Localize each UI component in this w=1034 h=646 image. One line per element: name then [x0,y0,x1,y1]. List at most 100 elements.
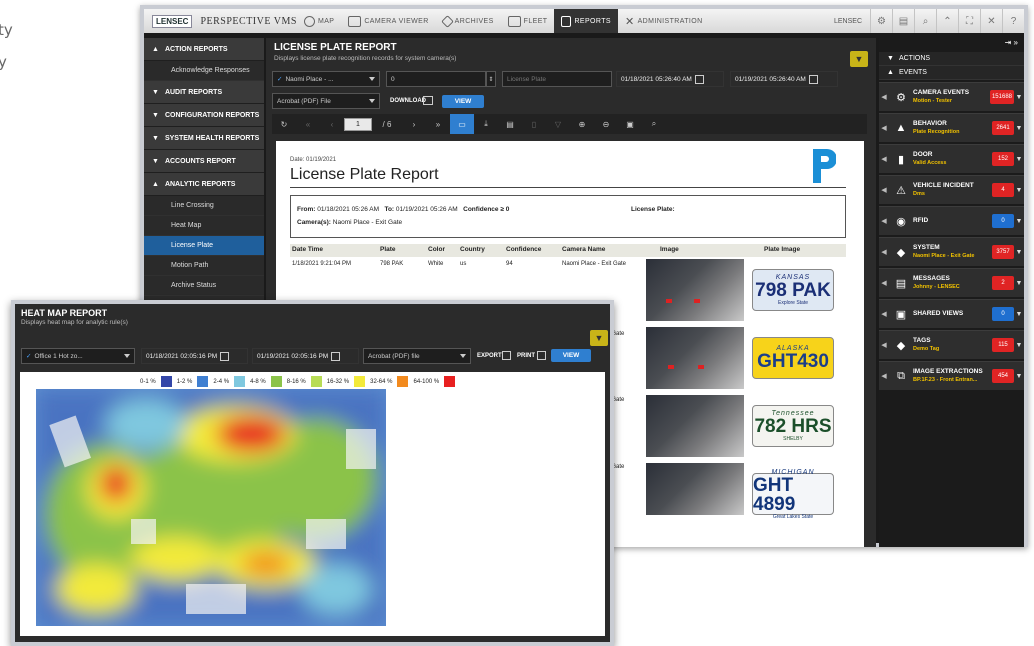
heatmap-format-select[interactable]: Acrobat (PDF) file [363,348,471,364]
camera-select[interactable]: ✓ Naomi Place - ... [272,71,380,87]
section-configuration-reports[interactable]: ▼ CONFIGURATION REPORTS [144,104,264,127]
export-button[interactable]: EXPORT [477,353,502,359]
chevron-down-icon[interactable]: ▼ [1014,125,1024,132]
fullscreen-icon[interactable]: ⛶ [958,9,980,33]
sidebar-item-line-crossing[interactable]: Line Crossing [144,196,264,216]
event-item[interactable]: ◀ ▣ SHARED VIEWS 0 ▼ [879,299,1024,328]
confidence-stepper[interactable]: ⇕ [486,71,496,87]
nav-administration[interactable]: ✕ ADMINISTRATION [618,9,710,33]
chevron-down-icon[interactable]: ▼ [1014,280,1024,287]
chevron-down-icon[interactable]: ▼ [1014,249,1024,256]
section-audit-reports[interactable]: ▼ AUDIT REPORTS [144,81,264,104]
nav-reports[interactable]: REPORTS [554,9,618,33]
prev-page-icon[interactable]: ‹ [320,114,344,134]
actions-header[interactable]: ▼ ACTIONS [879,52,1024,66]
to-date-field[interactable]: 01/19/2021 05:26:40 AM [730,71,838,87]
sidebar-item-license-plate[interactable]: License Plate [144,236,264,256]
document-icon[interactable]: ▯ [522,114,546,134]
event-item[interactable]: ◀ ▲ BEHAVIOR Plate Recognition 2641 ▼ [879,113,1024,142]
section-action-reports[interactable]: ▲ ACTION REPORTS [144,38,264,61]
filter-icon[interactable]: ▼ [850,51,868,67]
license-plate-input[interactable]: License Plate [502,71,612,87]
filter-icon[interactable]: ▼ [590,330,608,346]
sidebar-item-archive-status[interactable]: Archive Status [144,276,264,296]
section-analytic-reports[interactable]: ▲ ANALYTIC REPORTS [144,173,264,196]
heatmap-view-button[interactable]: VIEW [551,349,591,362]
next-page-icon[interactable]: › [402,114,426,134]
section-system-health-reports[interactable]: ▼ SYSTEM HEALTH REPORTS [144,127,264,150]
chevron-down-icon[interactable]: ▼ [1014,311,1024,318]
sidebar-item-motion-path[interactable]: Motion Path [144,256,264,276]
calendar-icon[interactable] [808,74,818,84]
section-accounts-report[interactable]: ▼ ACCOUNTS REPORT [144,150,264,173]
help-icon[interactable]: ? [1002,9,1024,33]
heatmap-camera-select[interactable]: ✓ Office 1 Hot zo... [21,348,135,364]
last-page-icon[interactable]: » [426,114,450,134]
chevron-down-icon[interactable]: ▼ [1014,94,1024,101]
chevron-left-icon[interactable]: ◀ [879,372,889,380]
sidebar-item-heat-map[interactable]: Heat Map [144,216,264,236]
nav-map[interactable]: MAP [297,9,341,33]
download-icon[interactable] [423,96,433,105]
chevron-left-icon[interactable]: ◀ [879,217,889,225]
heatmap-from-field[interactable]: 01/18/2021 02:05:16 PM [141,348,248,364]
chevron-left-icon[interactable]: ◀ [879,341,889,349]
calendar-icon[interactable] [331,351,341,361]
page-number-input[interactable]: 1 [344,117,372,131]
chevron-down-icon[interactable]: ▼ [1014,156,1024,163]
event-item[interactable]: ◀ ▮ DOOR Valid Access 152 ▼ [879,144,1024,173]
zoom-in-icon[interactable]: ⊕ [570,114,594,134]
from-date-field[interactable]: 01/18/2021 05:26:40 AM [616,71,724,87]
chevron-down-icon[interactable]: ▼ [1014,342,1024,349]
export-icon[interactable] [502,351,511,360]
nav-camera-viewer[interactable]: CAMERA VIEWER [341,9,435,33]
refresh-icon[interactable]: ↻ [272,114,296,134]
chevron-left-icon[interactable]: ◀ [879,248,889,256]
filter-toolbar-icon[interactable]: ▽ [546,114,570,134]
export-icon[interactable]: ⤓ [474,114,498,134]
printer-icon[interactable]: ▤ [892,9,914,33]
search-icon[interactable]: ⌕ [914,9,936,33]
chevron-down-icon[interactable]: ▼ [1014,373,1024,380]
plate-image-michigan: MICHIGAN GHT 4899 Great Lakes State [752,469,834,520]
download-button[interactable]: DOWNLOAD [390,98,426,104]
col-date-time: Date Time [292,246,323,253]
page-view-icon[interactable]: ▭ [450,114,474,134]
event-item[interactable]: ◀ ◆ TAGS Demo Tag 115 ▼ [879,330,1024,359]
confidence-input[interactable]: 0 [386,71,486,87]
event-item[interactable]: ◀ ⚙ CAMERA EVENTS Motion - Tester 151688 … [879,82,1024,111]
view-button[interactable]: VIEW [442,95,484,108]
chevron-left-icon[interactable]: ◀ [879,155,889,163]
chevron-left-icon[interactable]: ◀ [879,279,889,287]
heatmap-to-field[interactable]: 01/19/2021 02:05:16 PM [252,348,359,364]
close-icon[interactable]: ✕ [980,9,1002,33]
printer-icon[interactable] [537,351,546,360]
nav-fleet[interactable]: FLEET [501,9,555,33]
print-icon[interactable]: ▤ [498,114,522,134]
event-item[interactable]: ◀ ⚠ VEHICLE INCIDENT Dms 4 ▼ [879,175,1024,204]
chevron-down-icon[interactable]: ▼ [1014,218,1024,225]
chevron-left-icon[interactable]: ◀ [879,93,889,101]
event-item[interactable]: ◀ ⧉ IMAGE EXTRACTIONS BP.1F.23 - Front En… [879,361,1024,390]
zoom-out-icon[interactable]: ⊖ [594,114,618,134]
chevron-left-icon[interactable]: ◀ [879,310,889,318]
chevron-left-icon[interactable]: ◀ [879,124,889,132]
calendar-icon[interactable] [694,74,704,84]
event-item[interactable]: ◀ ◉ RFID 0 ▼ [879,206,1024,235]
event-item[interactable]: ◀ ◆ SYSTEM Naomi Place - Exit Gate 3757 ▼ [879,237,1024,266]
event-item[interactable]: ◀ ▤ MESSAGES Johnny - LENSEC 2 ▼ [879,268,1024,297]
search-report-icon[interactable]: ⌕ [642,114,666,134]
print-button[interactable]: PRINT [517,353,535,359]
first-page-icon[interactable]: « [296,114,320,134]
calendar-icon[interactable] [220,351,230,361]
settings-icon[interactable]: ⚙ [870,9,892,33]
chevron-down-icon[interactable]: ▼ [1014,187,1024,194]
nav-archives[interactable]: ARCHIVES [436,9,501,33]
panel-collapse-icon[interactable]: ⇥ » [879,38,1024,52]
sidebar-item-acknowledge-responses[interactable]: Acknowledge Responses [144,61,264,81]
fit-page-icon[interactable]: ▣ [618,114,642,134]
collapse-icon[interactable]: ⌃ [936,9,958,33]
format-select[interactable]: Acrobat (PDF) File [272,93,380,109]
events-header[interactable]: ▲ EVENTS [879,66,1024,80]
chevron-left-icon[interactable]: ◀ [879,186,889,194]
